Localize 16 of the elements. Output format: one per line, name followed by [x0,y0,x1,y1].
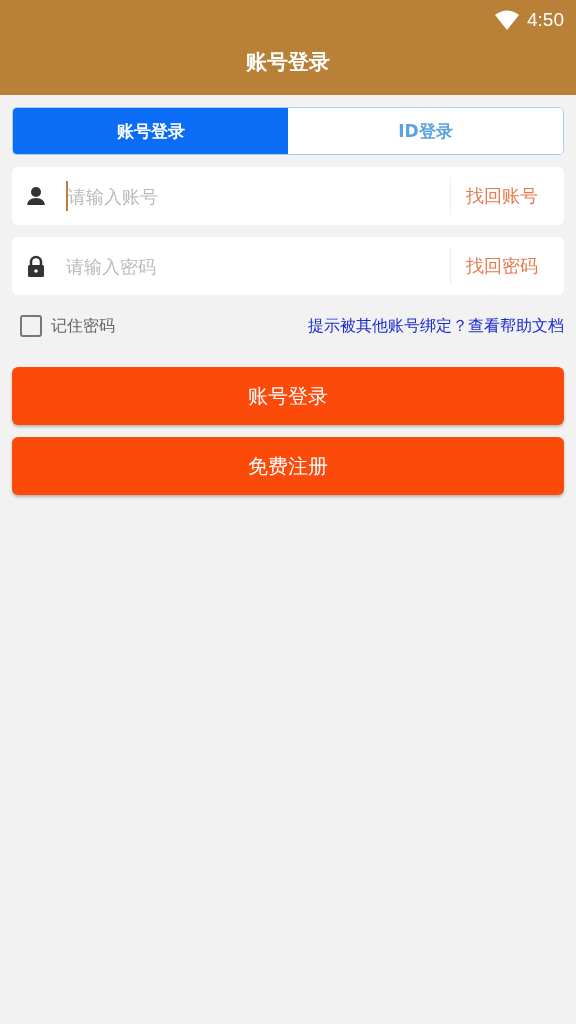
login-button[interactable]: 账号登录 [12,367,564,425]
remember-checkbox[interactable]: 记住密码 [20,315,115,337]
text-field[interactable]: 请输入密码 找回密码 [12,237,564,295]
person-icon [26,185,46,207]
page-title: 账号登录 [246,49,330,76]
status-time: 4:50 [527,9,564,31]
help-link[interactable]: 提示被其他账号绑定？查看帮助文档 [308,315,564,337]
lock-icon [26,255,46,277]
login-tab[interactable]: 账号登录 [13,108,288,154]
text-field[interactable]: 请输入账号 找回账号 [12,167,564,225]
text-input[interactable]: 请输入账号 [68,176,450,216]
text-input[interactable]: 请输入密码 [56,246,450,286]
register-button[interactable]: 免费注册 [12,437,564,495]
wifi-icon [495,10,519,30]
recover-link[interactable]: 找回密码 [451,254,564,278]
recover-link[interactable]: 找回账号 [451,184,564,208]
